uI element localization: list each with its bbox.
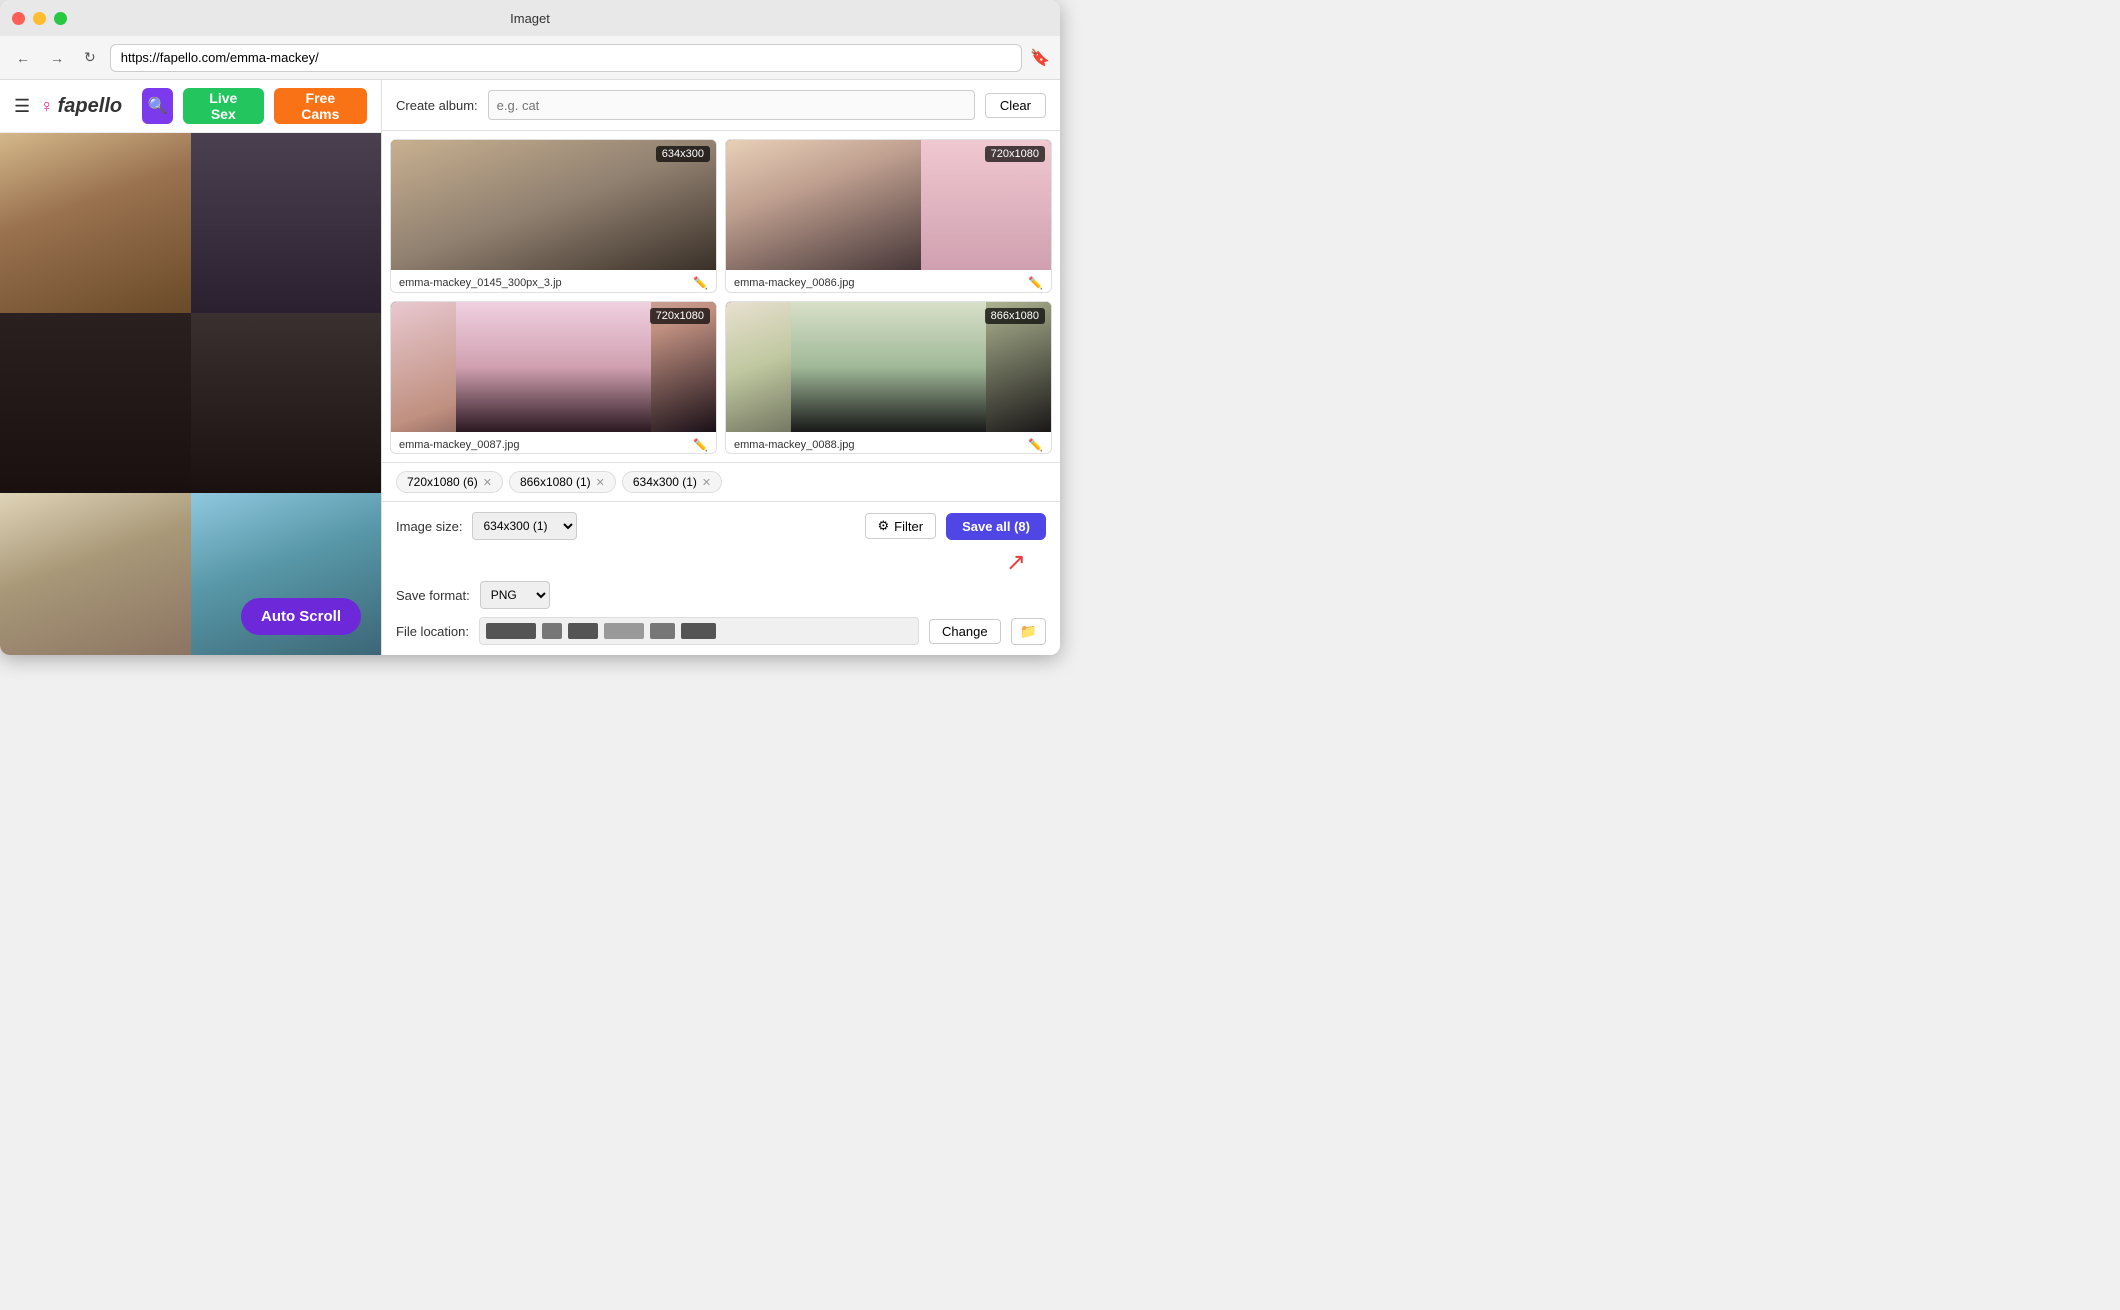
image-dimensions-1: 634x300 [656,146,710,162]
filter-button[interactable]: ⚙ Filter [865,513,937,539]
image-card-3: 720x1080 emma-mackey_0087.jpg ✏️ Save [390,301,717,455]
image-preview-2: 720x1080 [726,140,1051,270]
image-card-footer-2: emma-mackey_0086.jpg ✏️ Save [726,270,1051,293]
format-row: Save format: PNG JPG WEBP [396,581,1046,609]
change-location-button[interactable]: Change [929,619,1001,644]
arrow-container: ↗ [396,548,1046,577]
live-sex-button[interactable]: Live Sex [183,88,264,124]
url-input[interactable] [110,44,1022,72]
app-window: Imaget ← → ↻ 🔖 ☰ ♀ fapello 🔍 Live Sex [0,0,1060,655]
image-card-4: 866x1080 emma-mackey_0088.jpg ✏️ Save [725,301,1052,455]
image-preview-3: 720x1080 [391,302,716,432]
image-preview-4: 866x1080 [726,302,1051,432]
image-card-2: 720x1080 emma-mackey_0086.jpg ✏️ Save [725,139,1052,293]
window-title: Imaget [510,11,550,26]
extension-panel: Create album: Clear 634x300 emma-mackey_… [382,80,1060,655]
save-format-select[interactable]: PNG JPG WEBP [480,581,550,609]
clear-button[interactable]: Clear [985,93,1046,118]
auto-scroll-button[interactable]: Auto Scroll [241,598,361,635]
title-bar: Imaget [0,0,1060,36]
free-cams-button[interactable]: Free Cams [274,88,367,124]
file-location-label: File location: [396,624,469,639]
close-button[interactable] [12,12,25,25]
arrow-icon: ↗ [1006,548,1026,577]
open-folder-button[interactable]: 📁 [1011,618,1046,645]
logo-icon: ♀ [40,96,54,117]
search-button[interactable]: 🔍 [142,88,173,124]
image-size-label: Image size: [396,519,462,534]
image-filename-4: emma-mackey_0088.jpg [734,439,1024,451]
edit-filename-icon-1[interactable]: ✏️ [693,276,708,290]
image-size-select[interactable]: 634x300 (1) 720x1080 (6) 866x1080 (1) [472,512,577,540]
filter-tag-label-720: 720x1080 (6) [407,475,478,489]
filter-tag-634: 634x300 (1) ✕ [622,471,722,493]
grid-image-4 [191,313,382,493]
browser-image-grid [0,133,381,655]
nav-bar: ← → ↻ 🔖 [0,36,1060,80]
filename-row-4: emma-mackey_0088.jpg ✏️ [734,438,1043,452]
grid-image-3 [0,313,191,493]
filename-row-1: emma-mackey_0145_300px_3.jp ✏️ [399,276,708,290]
file-location-bar [479,617,919,645]
size-filter-row: Image size: 634x300 (1) 720x1080 (6) 866… [396,512,1046,540]
images-grid: 634x300 emma-mackey_0145_300px_3.jp ✏️ S… [382,131,1060,462]
image-filename-1: emma-mackey_0145_300px_3.jp [399,277,689,289]
album-name-input[interactable] [488,90,975,120]
filename-row-2: emma-mackey_0086.jpg ✏️ [734,276,1043,290]
grid-image-5 [0,493,191,655]
site-header: ☰ ♀ fapello 🔍 Live Sex Free Cams [0,80,381,133]
minimize-button[interactable] [33,12,46,25]
hamburger-icon[interactable]: ☰ [14,96,30,117]
image-dimensions-3: 720x1080 [650,308,710,324]
remove-filter-720[interactable]: ✕ [483,476,492,489]
forward-button[interactable]: → [44,46,70,70]
create-album-label: Create album: [396,98,478,113]
image-filename-3: emma-mackey_0087.jpg [399,439,689,451]
bookmark-icon[interactable]: 🔖 [1030,48,1050,68]
reload-button[interactable]: ↻ [78,45,102,70]
image-card-1: 634x300 emma-mackey_0145_300px_3.jp ✏️ S… [390,139,717,293]
image-dimensions-2: 720x1080 [985,146,1045,162]
create-album-bar: Create album: Clear [382,80,1060,131]
filter-tag-label-866: 866x1080 (1) [520,475,591,489]
filter-tag-866: 866x1080 (1) ✕ [509,471,616,493]
browser-image-area: Auto Scroll [0,133,381,655]
edit-filename-icon-3[interactable]: ✏️ [693,438,708,452]
filename-row-3: emma-mackey_0087.jpg ✏️ [399,438,708,452]
remove-filter-866[interactable]: ✕ [596,476,605,489]
image-card-footer-4: emma-mackey_0088.jpg ✏️ Save [726,432,1051,455]
bottom-controls: Image size: 634x300 (1) 720x1080 (6) 866… [382,501,1060,655]
maximize-button[interactable] [54,12,67,25]
file-location-row: File location: Change 📁 [396,617,1046,645]
edit-filename-icon-2[interactable]: ✏️ [1028,276,1043,290]
save-all-button[interactable]: Save all (8) [946,513,1046,540]
image-card-footer-1: emma-mackey_0145_300px_3.jp ✏️ Save [391,270,716,293]
save-format-label: Save format: [396,588,470,603]
filter-tag-720: 720x1080 (6) ✕ [396,471,503,493]
image-filename-2: emma-mackey_0086.jpg [734,277,1024,289]
search-icon: 🔍 [148,96,168,116]
grid-image-1 [0,133,191,313]
folder-icon: 📁 [1020,623,1037,639]
back-button[interactable]: ← [10,46,36,70]
main-area: ☰ ♀ fapello 🔍 Live Sex Free Cams [0,80,1060,655]
filter-tags-row: 720x1080 (6) ✕ 866x1080 (1) ✕ 634x300 (1… [382,462,1060,501]
browser-panel: ☰ ♀ fapello 🔍 Live Sex Free Cams [0,80,382,655]
image-card-footer-3: emma-mackey_0087.jpg ✏️ Save [391,432,716,455]
grid-image-2 [191,133,382,313]
filter-button-label: Filter [894,519,923,534]
filter-tag-label-634: 634x300 (1) [633,475,697,489]
image-dimensions-4: 866x1080 [985,308,1045,324]
image-preview-1: 634x300 [391,140,716,270]
logo-text: fapello [58,95,122,118]
edit-filename-icon-4[interactable]: ✏️ [1028,438,1043,452]
remove-filter-634[interactable]: ✕ [702,476,711,489]
filter-icon: ⚙ [878,518,890,534]
site-logo: ♀ fapello [40,95,122,118]
